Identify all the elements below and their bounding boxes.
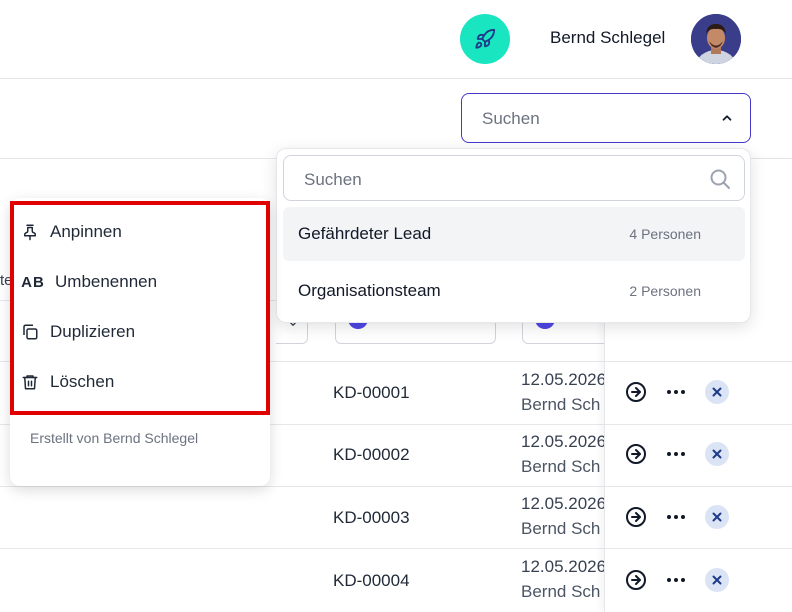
remove-button[interactable] [705, 442, 729, 466]
close-icon [712, 449, 722, 459]
close-icon [712, 512, 722, 522]
search-select-placeholder: Suchen [482, 109, 540, 128]
arrow-right-circle-icon[interactable] [624, 505, 648, 529]
chevron-up-icon [722, 115, 732, 121]
row-4-actions [624, 568, 734, 594]
menu-item-label: Umbenennen [55, 272, 158, 291]
menu-item-label: Duplizieren [50, 322, 136, 341]
copy-icon [20, 322, 40, 342]
popover-search-input[interactable]: Suchen [283, 155, 745, 201]
close-icon [712, 575, 722, 585]
created-by-note: Erstellt von Bernd Schlegel [30, 430, 199, 446]
remove-button[interactable] [705, 568, 729, 592]
rename-ab-icon: AB [21, 273, 45, 291]
rocket-button[interactable] [460, 14, 510, 64]
row-2-date: 12.05.2026 [521, 432, 607, 451]
row-3-id: KD-00003 [333, 508, 410, 527]
view-option-gefaehrdeter-lead[interactable]: Gefährdeter Lead 4 Personen [283, 207, 745, 261]
remove-button[interactable] [705, 505, 729, 529]
row-1-user: Bernd Sch [521, 395, 601, 414]
close-icon [712, 387, 722, 397]
user-name: Bernd Schlegel [550, 28, 666, 47]
row-2-id: KD-00002 [333, 445, 410, 464]
more-icon[interactable] [664, 444, 688, 464]
menu-item-umbenennen[interactable]: AB Umbenennen [20, 262, 256, 302]
menu-item-loeschen[interactable]: Löschen [20, 362, 256, 402]
view-option-count: 2 Personen [629, 283, 701, 299]
view-search-select[interactable]: Suchen [461, 93, 751, 143]
row-1-actions [624, 380, 734, 406]
menu-item-label: Löschen [50, 372, 115, 391]
rocket-icon [475, 28, 496, 49]
more-icon[interactable] [664, 570, 688, 590]
view-option-count: 4 Personen [629, 226, 701, 242]
more-icon[interactable] [664, 507, 688, 527]
trash-icon [20, 372, 40, 392]
row-4-id: KD-00004 [333, 571, 410, 590]
row-1-id: KD-00001 [333, 383, 410, 402]
row-3-actions [624, 505, 734, 531]
row-3-date: 12.05.2026 [521, 494, 607, 513]
view-select-popover: Suchen Gefährdeter Lead 4 Personen Organ… [276, 148, 751, 323]
view-option-label: Organisationsteam [298, 281, 441, 300]
popover-search-placeholder: Suchen [304, 170, 362, 189]
row-3-user: Bernd Sch [521, 519, 601, 538]
top-bar: Bernd Schlegel [0, 0, 792, 79]
pin-icon [20, 222, 40, 242]
remove-button[interactable] [705, 380, 729, 404]
view-option-organisationsteam[interactable]: Organisationsteam 2 Personen [283, 264, 745, 318]
row-2-user: Bernd Sch [521, 457, 601, 476]
avatar[interactable] [691, 14, 741, 64]
arrow-right-circle-icon[interactable] [624, 568, 648, 592]
search-icon [710, 169, 730, 189]
menu-item-duplizieren[interactable]: Duplizieren [20, 312, 256, 352]
arrow-right-circle-icon[interactable] [624, 442, 648, 466]
row-1-date: 12.05.2026 [521, 370, 607, 389]
row-4-user: Bernd Sch [521, 582, 601, 601]
arrow-right-circle-icon[interactable] [624, 380, 648, 404]
row-4-date: 12.05.2026 [521, 557, 607, 576]
more-icon[interactable] [664, 382, 688, 402]
view-option-label: Gefährdeter Lead [298, 224, 432, 243]
menu-item-anpinnen[interactable]: Anpinnen [20, 212, 256, 252]
menu-item-label: Anpinnen [50, 222, 122, 241]
row-2-actions [624, 442, 734, 468]
